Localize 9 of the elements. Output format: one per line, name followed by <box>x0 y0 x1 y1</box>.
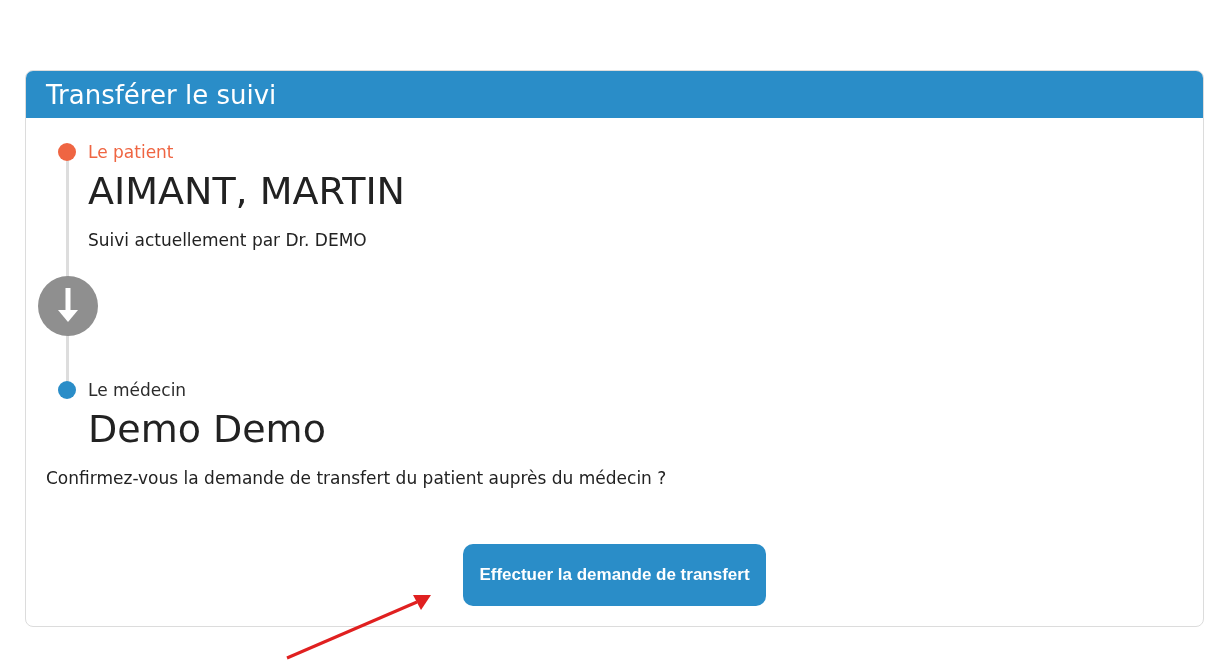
step-detail: Suivi actuellement par Dr. DEMO <box>88 229 367 252</box>
panel-title: Transférer le suivi <box>46 81 277 108</box>
step-label: Le médecin <box>88 379 187 401</box>
transfer-request-button[interactable]: Effectuer la demande de transfert <box>463 544 766 606</box>
arrow-down-icon <box>38 276 98 336</box>
step-name: AIMANT, MARTIN <box>88 168 406 214</box>
confirmation-question: Confirmez-vous la demande de transfert du patient auprès du médecin ? <box>46 467 668 490</box>
step-name: Demo Demo <box>88 406 326 452</box>
step-label: Le patient <box>88 141 174 163</box>
